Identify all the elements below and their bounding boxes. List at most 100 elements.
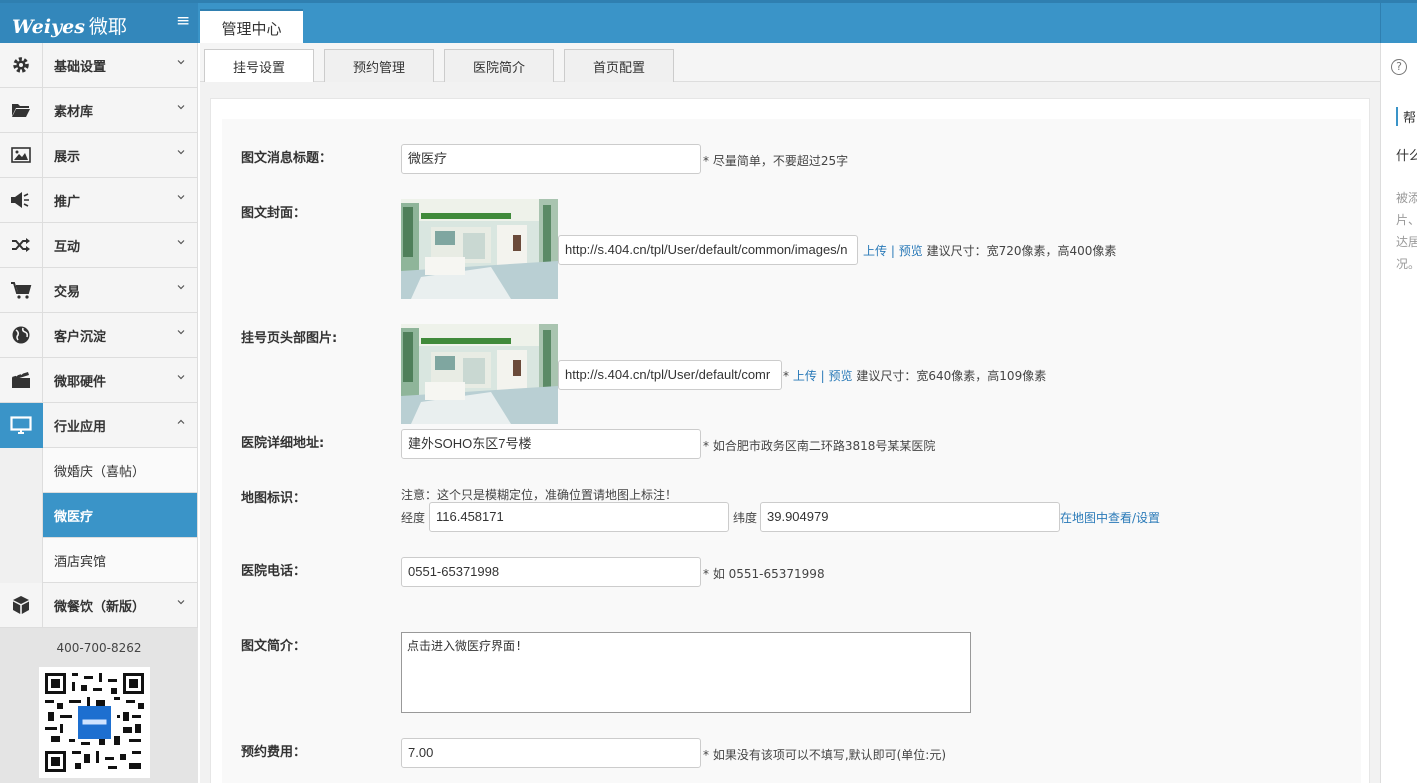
sidebar-item-promotion[interactable]: 推广 [0, 177, 197, 223]
tab-appointment-management[interactable]: 预约管理 [324, 49, 434, 82]
sidebar-item-label: 展示 [54, 149, 81, 165]
sidebar-item-basic-settings[interactable]: 基础设置 [0, 42, 197, 88]
sidebar-item-label: 微餐饮（新版） [54, 599, 146, 615]
longitude-input[interactable]: 116.458171 [429, 502, 729, 532]
sidebar-subitem-hotel[interactable]: 酒店宾馆 [43, 538, 197, 583]
intro-label: 图文简介： [241, 639, 307, 654]
cube-icon [0, 582, 43, 628]
sidebar-item-materials[interactable]: 素材库 [0, 87, 197, 133]
gear-icon [0, 42, 43, 88]
sidebar-subitem-medical[interactable]: 微医疗 [43, 493, 197, 538]
phone-input[interactable]: 0551-65371998 [401, 557, 701, 587]
top-right-strip [1380, 3, 1417, 43]
chevron-down-icon [177, 375, 185, 380]
image-icon [0, 132, 43, 178]
longitude-label: 经度 [401, 511, 426, 525]
chevron-down-icon [177, 240, 185, 245]
cover-thumbnail [401, 199, 558, 299]
sidebar-item-hardware[interactable]: 微耶硬件 [0, 357, 197, 403]
help-text-line: 达居 [1396, 235, 1417, 249]
phone-label: 医院电话： [241, 564, 307, 579]
title-input[interactable]: 微医疗 [401, 144, 701, 174]
chevron-up-icon [177, 419, 185, 424]
chevron-down-icon [177, 330, 185, 335]
tab-management-center[interactable]: 管理中心 [200, 9, 303, 46]
cover-separator: | [890, 244, 895, 258]
sidebar-item-display[interactable]: 展示 [0, 132, 197, 178]
folder-icon [0, 87, 43, 133]
fee-input[interactable]: 7.00 [401, 738, 701, 768]
cover-label: 图文封面： [241, 206, 307, 221]
address-input[interactable]: 建外SOHO东区7号楼 [401, 429, 701, 459]
cart-icon [0, 267, 43, 313]
map-view-link[interactable]: 在地图中查看/设置 [1060, 509, 1160, 526]
sidebar-footer: 400-700-8262 [0, 628, 198, 783]
title-label: 图文消息标题： [241, 151, 333, 166]
latitude-label: 纬度 [733, 511, 758, 525]
sub-tab-bar: 挂号设置 预约管理 医院简介 首页配置 [200, 43, 1380, 83]
menu-toggle-icon[interactable]: ≡ [176, 11, 190, 31]
logo[interactable]: Weiyes 微耶 ≡ [0, 3, 198, 43]
sidebar-item-label: 交易 [54, 284, 81, 300]
top-bar: Weiyes 微耶 ≡ 管理中心 [0, 0, 1417, 46]
address-hint: * 如合肥市政务区南二环路3818号某某医院 [703, 439, 936, 453]
address-label: 医院详细地址: [241, 436, 325, 451]
sidebar-item-label: 推广 [54, 194, 81, 210]
header-image-size-hint: 建议尺寸：宽640像素，高109像素 [856, 369, 1047, 383]
sidebar-item-catering[interactable]: 微餐饮（新版） [0, 582, 197, 628]
help-icon[interactable]: ? [1391, 59, 1407, 75]
help-question: 什么 [1396, 149, 1417, 164]
cover-upload-link[interactable]: 上传 [863, 244, 887, 258]
tab-hospital-intro[interactable]: 医院简介 [444, 49, 554, 82]
globe-icon [0, 312, 43, 358]
sidebar: 基础设置 素材库 展示 推广 互动 交易 客户沉淀 微耶硬件 行业应用 微婚庆（… [0, 42, 198, 783]
phone-hint: * 如 0551-65371998 [703, 567, 825, 581]
sidebar-item-label: 客户沉淀 [54, 329, 107, 345]
chevron-down-icon [177, 600, 185, 605]
submenu-gutter [0, 448, 43, 583]
service-phone: 400-700-8262 [56, 641, 142, 655]
header-image-upload-link[interactable]: 上传 [793, 369, 817, 383]
cover-url-input[interactable]: http://s.404.cn/tpl/User/default/common/… [558, 235, 858, 265]
shuffle-icon [0, 222, 43, 268]
sidebar-item-label: 素材库 [54, 104, 94, 120]
sidebar-subitem-wedding[interactable]: 微婚庆（喜帖） [43, 448, 197, 493]
help-text-line: 况。 [1396, 257, 1417, 271]
latitude-input[interactable]: 39.904979 [760, 502, 1060, 532]
header-image-preview-link[interactable]: 预览 [829, 369, 853, 383]
sidebar-submenu: 微婚庆（喜帖） 微医疗 酒店宾馆 [0, 448, 197, 583]
sidebar-item-customers[interactable]: 客户沉淀 [0, 312, 197, 358]
tab-registration-settings[interactable]: 挂号设置 [204, 49, 314, 83]
chevron-down-icon [177, 60, 185, 65]
sidebar-item-industry-apps[interactable]: 行业应用 [0, 402, 197, 448]
sidebar-item-trade[interactable]: 交易 [0, 267, 197, 313]
header-image-thumbnail [401, 324, 558, 424]
logo-text: Weiyes 微耶 [12, 16, 127, 38]
chevron-down-icon [177, 150, 185, 155]
header-image-label: 挂号页头部图片: [241, 331, 338, 346]
tab-homepage-config[interactable]: 首页配置 [564, 49, 674, 82]
cover-actions: 上传 | 预览 建议尺寸：宽720像素，高400像素 [863, 242, 1116, 259]
sidebar-item-label: 微耶硬件 [54, 374, 107, 390]
help-text-line: 被添 [1396, 191, 1417, 205]
intro-textarea[interactable]: 点击进入微医疗界面! [401, 632, 971, 713]
sidebar-item-interaction[interactable]: 互动 [0, 222, 197, 268]
help-title: 帮 [1396, 107, 1417, 126]
cover-preview-link[interactable]: 预览 [899, 244, 923, 258]
qr-code-icon [39, 667, 150, 778]
fee-label: 预约费用： [241, 745, 307, 760]
header-image-required-mark: * [783, 369, 789, 383]
title-hint: * 尽量简单，不要超过25字 [703, 154, 849, 168]
cover-size-hint: 建议尺寸：宽720像素，高400像素 [926, 244, 1117, 258]
header-image-actions: * 上传 | 预览 建议尺寸：宽640像素，高109像素 [783, 367, 1046, 384]
map-note: 注意：这个只是模糊定位，准确位置请地图上标注！ [401, 488, 678, 502]
sidebar-item-label: 基础设置 [54, 59, 107, 75]
chevron-down-icon [177, 105, 185, 110]
map-label: 地图标识： [241, 491, 307, 506]
monitor-icon [0, 402, 43, 448]
sidebar-item-label: 行业应用 [54, 419, 107, 435]
header-image-url-input[interactable]: http://s.404.cn/tpl/User/default/comr [558, 360, 782, 390]
chevron-down-icon [177, 285, 185, 290]
sidebar-item-label: 互动 [54, 239, 81, 255]
chevron-down-icon [177, 195, 185, 200]
